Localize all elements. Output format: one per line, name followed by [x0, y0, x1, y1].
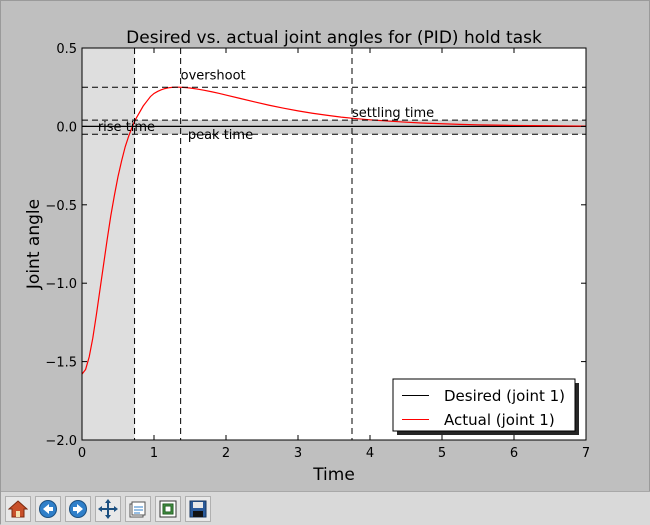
- configure-subplots-button[interactable]: [125, 496, 151, 522]
- peak-time-label: peak time: [188, 128, 253, 143]
- chart: rise time peak time settling time overshoot…: [24, 28, 590, 485]
- y-tick-label: 0.0: [56, 120, 77, 135]
- rise-time-shade: [82, 48, 135, 440]
- x-tick-label: 6: [510, 446, 518, 461]
- toolbar: [1, 491, 650, 525]
- pan-button[interactable]: [95, 496, 121, 522]
- overshoot-label: overshoot: [181, 68, 246, 83]
- legend: Desired (joint 1) Actual (joint 1): [392, 378, 579, 435]
- x-tick-label: 4: [366, 446, 374, 461]
- arrow-left-icon: [39, 500, 57, 518]
- y-axis-label: Joint angle: [24, 199, 44, 290]
- move-icon: [98, 499, 118, 519]
- y-tick-label: −1.5: [45, 356, 77, 371]
- y-tick-label: −0.5: [45, 199, 77, 214]
- forward-button[interactable]: [65, 496, 91, 522]
- subplots-icon: [129, 501, 146, 518]
- settling-time-label: settling time: [352, 106, 434, 121]
- settling-band: [82, 120, 586, 135]
- figure-window: rise time peak time settling time overshoot…: [0, 0, 650, 525]
- rise-time-label: rise time: [98, 120, 155, 135]
- y-tick-label: −2.0: [45, 434, 77, 449]
- x-tick-label: 7: [582, 446, 590, 461]
- legend-label-desired: Desired (joint 1): [444, 387, 565, 405]
- x-tick-label: 0: [78, 446, 86, 461]
- home-button[interactable]: [5, 496, 31, 522]
- save-button[interactable]: [185, 496, 211, 522]
- zoom-rect-icon: [159, 500, 177, 518]
- floppy-disk-icon: [189, 500, 207, 518]
- home-icon: [8, 500, 28, 518]
- chart-title: Desired vs. actual joint angles for (PID…: [126, 28, 542, 48]
- arrow-right-icon: [69, 500, 87, 518]
- x-tick-label: 5: [438, 446, 446, 461]
- y-tick-label: −1.0: [45, 277, 77, 292]
- legend-label-actual: Actual (joint 1): [444, 411, 555, 429]
- x-axis-label: Time: [312, 465, 355, 485]
- zoom-rect-button[interactable]: [155, 496, 181, 522]
- back-button[interactable]: [35, 496, 61, 522]
- x-tick-label: 3: [294, 446, 302, 461]
- x-tick-label: 2: [222, 446, 230, 461]
- y-tick-label: 0.5: [56, 42, 77, 57]
- x-tick-label: 1: [150, 446, 158, 461]
